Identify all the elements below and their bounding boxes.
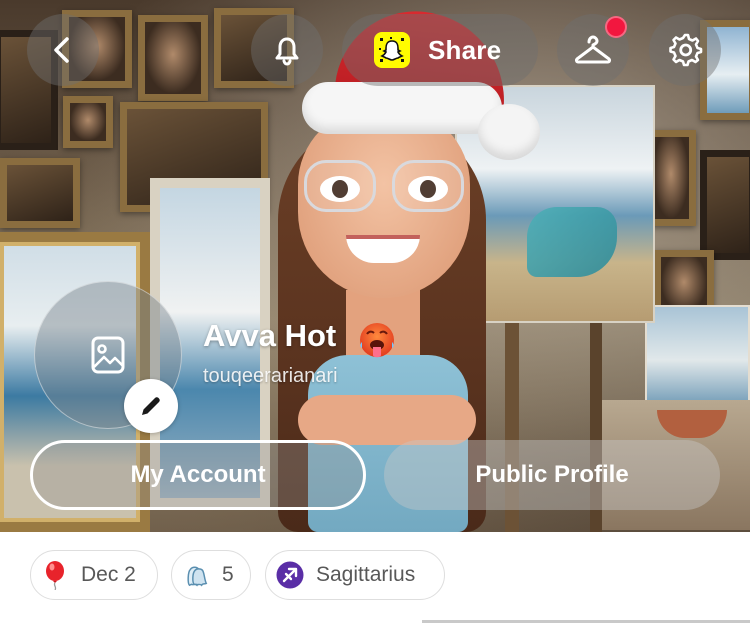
seascape-painting xyxy=(645,305,750,415)
sagittarius-icon xyxy=(276,561,304,589)
wall-painting xyxy=(63,96,113,148)
glasses xyxy=(304,160,464,216)
gear-icon xyxy=(669,33,703,67)
zodiac-chip[interactable]: Sagittarius xyxy=(265,550,445,600)
hot-face-emoji-icon xyxy=(360,323,394,358)
wall-painting xyxy=(700,150,750,260)
share-button[interactable]: Share xyxy=(342,14,538,86)
display-name: Avva Hot xyxy=(203,318,337,353)
public-profile-button[interactable]: Public Profile xyxy=(384,440,720,510)
scroll-indicator xyxy=(422,620,750,623)
friends-count-label: 5 xyxy=(222,563,234,586)
settings-button[interactable] xyxy=(649,14,721,86)
edit-profile-button[interactable] xyxy=(124,379,178,433)
ghost-friends-icon xyxy=(182,561,210,589)
share-label: Share xyxy=(428,34,502,65)
my-account-button[interactable]: My Account xyxy=(30,440,366,510)
wall-painting xyxy=(0,158,80,228)
photo-icon xyxy=(91,336,125,374)
notifications-button[interactable] xyxy=(251,14,323,86)
chevron-left-icon xyxy=(54,37,69,63)
back-button[interactable] xyxy=(27,14,99,86)
username: touqeerarianari xyxy=(203,365,338,387)
birthday-chip[interactable]: Dec 2 xyxy=(30,550,158,600)
snapcode-icon xyxy=(374,32,410,68)
birthday-label: Dec 2 xyxy=(81,563,136,586)
new-item-badge xyxy=(605,16,627,38)
balloon-icon xyxy=(41,561,69,590)
bell-icon xyxy=(275,37,299,66)
wall-painting xyxy=(138,15,208,101)
zodiac-label: Sagittarius xyxy=(316,563,416,586)
hanger-icon xyxy=(574,35,612,64)
pencil-icon xyxy=(142,397,160,415)
friends-count-chip[interactable]: 5 xyxy=(171,550,251,600)
